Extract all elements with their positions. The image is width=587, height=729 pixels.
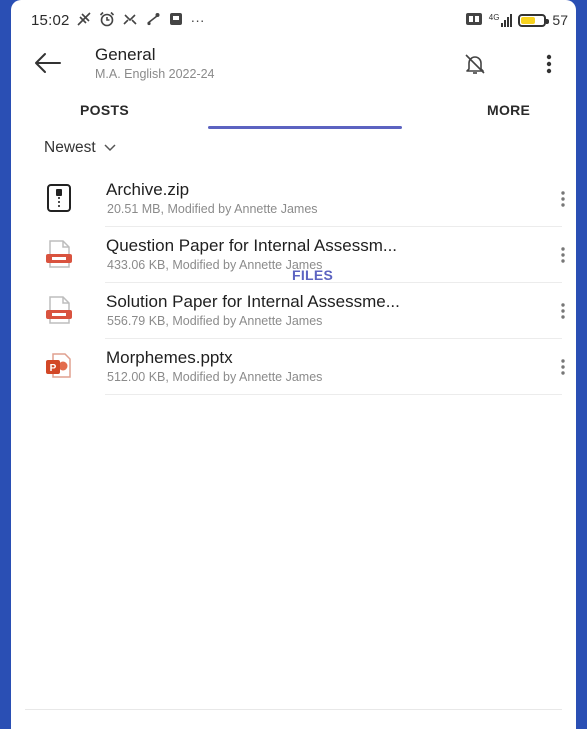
- tab-more[interactable]: MORE: [487, 102, 530, 118]
- back-button[interactable]: [33, 50, 63, 76]
- kebab-menu-icon: [546, 54, 552, 74]
- active-tab-indicator: [208, 126, 402, 129]
- tab-posts[interactable]: POSTS: [80, 102, 129, 118]
- back-arrow-icon: [35, 53, 61, 73]
- sort-dropdown[interactable]: Newest: [44, 139, 116, 157]
- file-name: Question Paper for Internal Assessm...: [106, 236, 398, 255]
- status-time: 15:02: [31, 11, 70, 29]
- file-meta: 512.00 KB, Modified by Annette James: [107, 370, 323, 384]
- file-meta: 556.79 KB, Modified by Annette James: [107, 314, 323, 328]
- sim-icon: [465, 12, 483, 29]
- signal-bar: [501, 23, 504, 27]
- status-notification-icons: ···: [76, 11, 205, 30]
- status-overflow: ···: [190, 12, 205, 28]
- status-right-cluster: 4G 57: [465, 12, 568, 29]
- file-row[interactable]: Question Paper for Internal Assessm... 4…: [11, 227, 576, 283]
- battery-percent: 57: [552, 12, 568, 28]
- kebab-menu-icon: [561, 359, 565, 375]
- message-icon: [168, 11, 184, 30]
- bottom-divider: [25, 709, 562, 710]
- kebab-menu-icon: [561, 247, 565, 263]
- kebab-menu-icon: [561, 303, 565, 319]
- file-meta: 20.51 MB, Modified by Annette James: [107, 202, 318, 216]
- mute-notifications-button[interactable]: [463, 52, 487, 76]
- link-icon: [145, 11, 161, 30]
- bell-off-icon: [465, 54, 485, 74]
- channel-title-block: General M.A. English 2022-24: [95, 45, 215, 81]
- svg-text:P: P: [50, 363, 57, 374]
- network-type-label: 4G: [488, 13, 500, 22]
- file-name: Archive.zip: [106, 180, 190, 199]
- signal-bar: [507, 17, 510, 27]
- file-options-button[interactable]: [559, 357, 567, 377]
- signal-bar: [510, 14, 513, 27]
- file-row[interactable]: P Morphemes.pptx 512.00 KB, Modified by …: [11, 339, 576, 395]
- device-frame: 15:02 ··· 4G 57 General M.A. English 202…: [0, 0, 587, 729]
- file-row[interactable]: Solution Paper for Internal Assessme... …: [11, 283, 576, 339]
- signal-icon: 4G: [489, 13, 513, 27]
- status-bar: 15:02 ··· 4G 57: [11, 0, 576, 40]
- file-options-button[interactable]: [559, 245, 567, 265]
- zip-file-icon: [45, 183, 73, 213]
- generic-document-icon: [45, 239, 73, 269]
- file-name: Solution Paper for Internal Assessme...: [106, 292, 400, 311]
- channel-header: General M.A. English 2022-24: [11, 44, 576, 90]
- kebab-menu-icon: [561, 191, 565, 207]
- more-options-button[interactable]: [544, 52, 554, 76]
- data-saver-icon: [76, 11, 92, 30]
- chevron-down-icon: [104, 144, 116, 152]
- row-divider: [105, 394, 562, 395]
- alarm-icon: [99, 11, 115, 30]
- battery-icon: [518, 13, 550, 27]
- file-options-button[interactable]: [559, 301, 567, 321]
- team-subtitle: M.A. English 2022-24: [95, 67, 215, 81]
- file-name: Morphemes.pptx: [106, 348, 233, 367]
- channel-tabs: POSTS FILES MORE: [11, 96, 576, 283]
- hotspot-icon: [122, 11, 138, 30]
- file-row[interactable]: Archive.zip 20.51 MB, Modified by Annett…: [11, 171, 576, 227]
- sort-label: Newest: [44, 139, 96, 156]
- signal-bar: [504, 20, 507, 27]
- app-screen: 15:02 ··· 4G 57 General M.A. English 202…: [11, 0, 576, 729]
- file-meta: 433.06 KB, Modified by Annette James: [107, 258, 323, 272]
- battery-fill: [521, 16, 536, 24]
- powerpoint-file-icon: P: [45, 351, 73, 381]
- file-options-button[interactable]: [559, 189, 567, 209]
- channel-title: General: [95, 45, 156, 64]
- generic-document-icon: [45, 295, 73, 325]
